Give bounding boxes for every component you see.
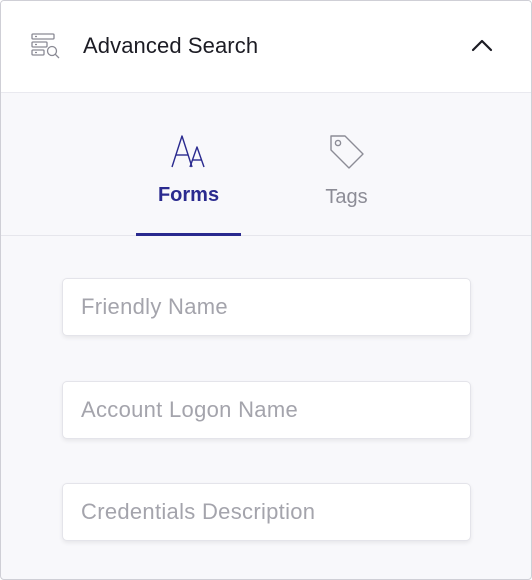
search-tabs: Forms Tags <box>1 93 531 236</box>
friendly-name-input[interactable] <box>63 279 470 335</box>
account-logon-name-field[interactable] <box>62 381 471 439</box>
advanced-search-panel: Advanced Search Forms Tags Friendly Name… <box>0 0 532 580</box>
tag-icon <box>328 133 366 176</box>
tab-tags[interactable]: Tags <box>294 93 399 235</box>
tab-tags-label: Tags <box>325 186 368 208</box>
panel-header[interactable]: Advanced Search <box>1 1 531 93</box>
panel-title: Advanced Search <box>83 33 259 58</box>
credentials-description-input[interactable] <box>63 484 470 540</box>
credentials-description-field[interactable] <box>62 483 471 541</box>
collapse-button[interactable] <box>467 33 497 61</box>
active-tab-indicator <box>136 233 241 236</box>
chevron-up-icon <box>471 38 493 57</box>
friendly-name-field[interactable] <box>62 278 471 336</box>
tab-forms-label: Forms <box>157 184 220 206</box>
search-list-icon <box>31 33 61 61</box>
font-size-icon <box>170 133 208 174</box>
account-logon-name-input[interactable] <box>63 382 470 438</box>
tab-forms[interactable]: Forms <box>136 93 241 236</box>
